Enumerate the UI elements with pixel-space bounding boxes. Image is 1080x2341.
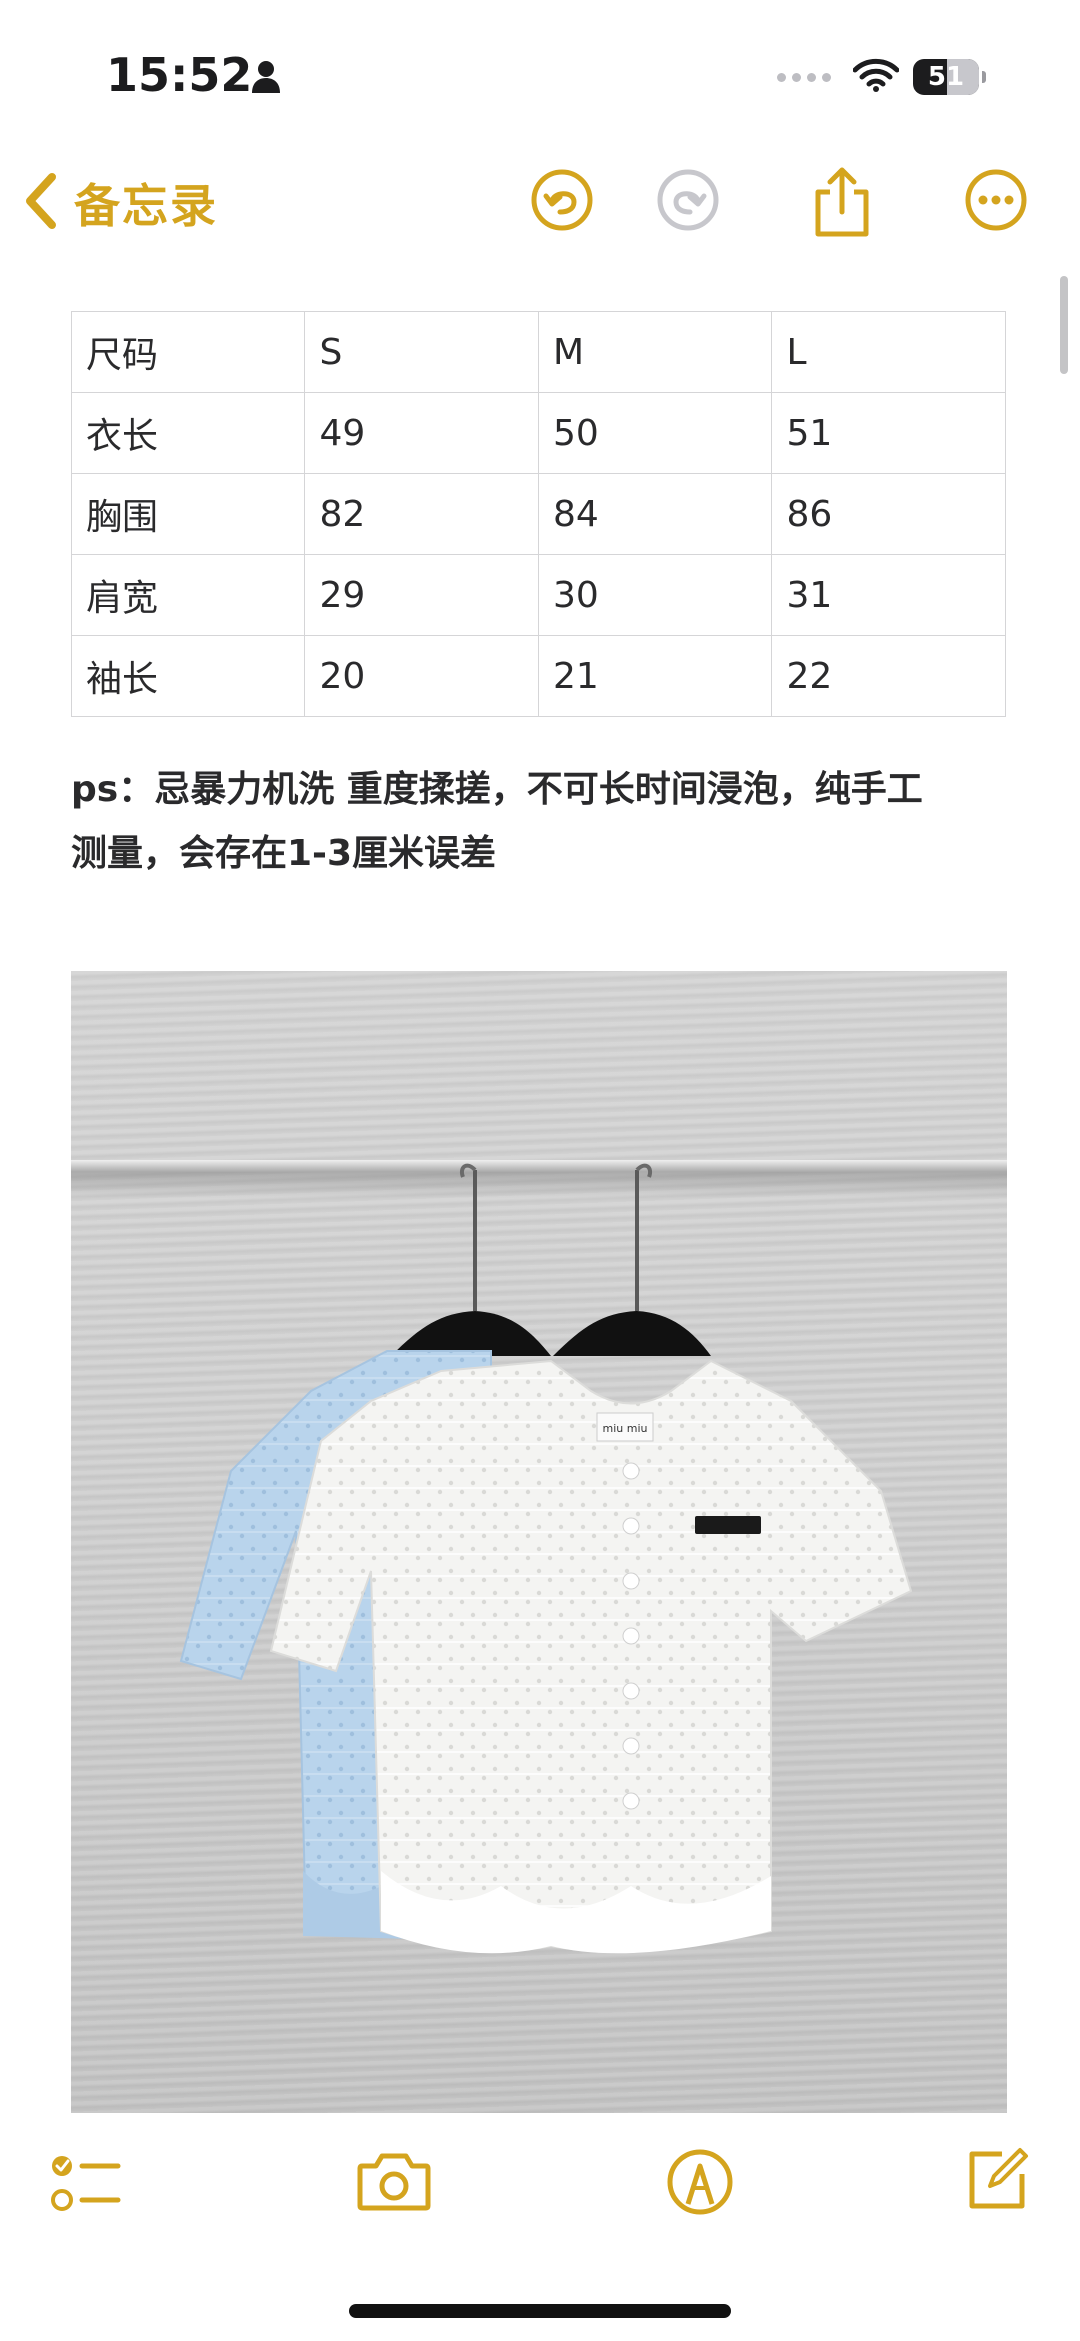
table-cell: 袖长 <box>70 635 306 717</box>
more-icon <box>965 169 1027 231</box>
table-cell: 尺码 <box>70 311 306 393</box>
camera-button[interactable] <box>356 2150 432 2216</box>
redo-icon <box>657 169 719 231</box>
table-cell: 21 <box>537 635 773 717</box>
table-cell: 肩宽 <box>70 554 306 636</box>
table-cell: 衣长 <box>70 392 306 474</box>
scroll-indicator[interactable] <box>1060 276 1068 374</box>
table-cell: 31 <box>771 554 1006 636</box>
battery-level: 51 <box>927 62 965 92</box>
garment-label-text: miu miu <box>603 1422 648 1435</box>
markup-button[interactable] <box>666 2148 734 2220</box>
cardigans-illustration: miu miu <box>179 1163 913 1954</box>
table-cell: 29 <box>304 554 539 636</box>
table-row: 尺码 S M L <box>70 311 1006 393</box>
notes-page: 15:52 51 备忘录 尺码 S M L 衣长 49 50 51 胸围 82 … <box>0 0 1080 2341</box>
table-cell: 50 <box>537 392 773 474</box>
undo-button[interactable] <box>530 168 594 236</box>
compose-button[interactable] <box>964 2146 1030 2216</box>
table-cell: S <box>304 311 539 393</box>
size-table: 尺码 S M L 衣长 49 50 51 胸围 82 84 86 肩宽 29 3… <box>70 311 1006 717</box>
table-cell: 胸围 <box>70 473 306 555</box>
note-text[interactable]: ps：忌暴力机洗 重度揉搓，不可长时间浸泡，纯手工 测量，会存在1-3厘米误差 <box>71 758 1011 886</box>
table-cell: 20 <box>304 635 539 717</box>
table-row: 衣长 49 50 51 <box>70 392 1006 474</box>
chevron-left-icon <box>20 171 60 235</box>
table-cell: L <box>771 311 1006 393</box>
back-label: 备忘录 <box>74 179 218 233</box>
person-icon <box>251 60 281 98</box>
home-indicator[interactable] <box>349 2304 731 2318</box>
compose-icon <box>969 2148 1028 2209</box>
wifi-icon <box>852 58 900 96</box>
table-row: 袖长 20 21 22 <box>70 635 1006 717</box>
table-cell: 22 <box>771 635 1006 717</box>
table-row: 胸围 82 84 86 <box>70 473 1006 555</box>
table-cell: 30 <box>537 554 773 636</box>
battery-icon: 51 <box>913 59 979 95</box>
back-button[interactable]: 备忘录 <box>20 170 218 236</box>
status-indicators: 51 <box>777 58 986 96</box>
undo-icon <box>531 169 593 231</box>
cellular-signal-icon <box>777 72 831 82</box>
share-button[interactable] <box>812 166 872 242</box>
camera-icon <box>357 2153 431 2211</box>
status-time: 15:52 <box>106 48 253 102</box>
more-button[interactable] <box>964 168 1028 236</box>
table-cell: 84 <box>537 473 773 555</box>
table-cell: M <box>537 311 773 393</box>
note-line: ps：忌暴力机洗 重度揉搓，不可长时间浸泡，纯手工 <box>71 769 923 810</box>
battery-tip <box>982 71 986 83</box>
note-line: 测量，会存在1-3厘米误差 <box>71 833 497 874</box>
table-row: 肩宽 29 30 31 <box>70 554 1006 636</box>
product-photo[interactable]: miu miu <box>71 971 1007 2113</box>
markup-icon <box>667 2149 733 2215</box>
checklist-button[interactable] <box>50 2152 122 2220</box>
table-cell: 82 <box>304 473 539 555</box>
table-cell: 49 <box>304 392 539 474</box>
checklist-icon <box>51 2156 121 2211</box>
table-cell: 86 <box>771 473 1006 555</box>
redo-button[interactable] <box>656 168 720 236</box>
share-icon <box>815 167 869 237</box>
table-cell: 51 <box>771 392 1006 474</box>
